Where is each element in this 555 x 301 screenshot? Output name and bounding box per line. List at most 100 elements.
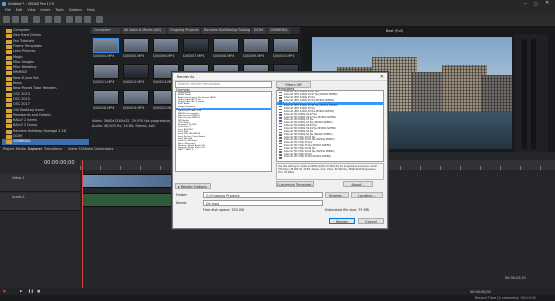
ruler-tick — [400, 166, 401, 170]
paste-icon[interactable] — [84, 16, 91, 23]
audio-track-header[interactable]: Audio 1 — [0, 193, 80, 211]
about-button[interactable]: About... — [343, 181, 373, 187]
tab-video-fx[interactable]: Video FX — [68, 147, 83, 151]
menu-options[interactable]: Options — [69, 8, 82, 12]
status-text: Record Time (2 channels): 39:11:00 — [475, 296, 536, 300]
undo-icon[interactable] — [45, 16, 52, 23]
preview-quality-label[interactable]: Best (Full) — [386, 29, 403, 33]
pause-icon[interactable]: ❚❚ — [28, 289, 34, 293]
tree-item-label: Nova — [13, 81, 22, 85]
snap-icon[interactable] — [96, 16, 103, 23]
menu-insert[interactable]: Insert — [41, 8, 51, 12]
thumbnail-label: DJI0005.MP4 — [123, 54, 145, 58]
location-button[interactable]: Location... — [351, 192, 383, 198]
ruler-tick — [540, 166, 541, 170]
tree-item-label: MMIMCE — [13, 70, 28, 75]
tree-item-label: Random Boltdrop Footage 2.2D — [13, 128, 67, 133]
media-thumbnail[interactable] — [273, 38, 299, 53]
title-bar: Untitled * - VEGAS Pro 17.0 ─ □ ✕ — [0, 0, 555, 7]
maximize-icon[interactable]: □ — [534, 1, 538, 6]
render-as-dialog: Render As ✕ Search render templates Filt… — [172, 72, 388, 229]
media-thumbnail[interactable] — [123, 90, 149, 105]
record-icon[interactable]: ● — [3, 289, 6, 293]
name-label: Name: — [176, 201, 188, 205]
free-space-text: Free disk space: 320 GB — [203, 208, 244, 212]
format-item[interactable]: XAVC / XAVC S — [176, 149, 271, 151]
menu-tools[interactable]: Tools — [55, 8, 63, 12]
tree-item-label: Computer — [13, 28, 30, 32]
tab-media-generators[interactable]: Media Generators — [83, 147, 113, 151]
tab-transitions[interactable]: Transitions — [44, 147, 62, 151]
breadcrumb-drive[interactable]: 4K Data & Media 4(D) — [122, 28, 166, 34]
templates-list[interactable]: Internet UHD 2160p 29.97 fps Internet UHD… — [276, 90, 384, 162]
tree-item-label: Passwords and Details — [13, 112, 51, 117]
breadcrumb-ongoing-projects[interactable]: Ongoing Projects — [168, 28, 200, 34]
play-icon[interactable]: ▶ — [20, 289, 23, 293]
menu-view[interactable]: View — [27, 8, 35, 12]
media-thumbnail[interactable] — [93, 90, 119, 105]
audio-track-label: Audio 1 — [12, 195, 25, 199]
tree-item-label: Misc Images — [13, 59, 34, 64]
stop-icon[interactable]: ■ — [37, 289, 40, 293]
breadcrumb-dcim[interactable]: DCIM — [252, 28, 266, 34]
timeline-timecode: 00:00:00;00 — [44, 160, 75, 166]
template-item[interactable]: Internet HD 720p 50 fps (NVIDIA NVENC) — [277, 156, 383, 159]
media-thumbnail[interactable] — [213, 38, 239, 53]
open-icon[interactable] — [12, 16, 19, 23]
video-track-header[interactable]: Video 1 — [0, 174, 80, 192]
media-thumbnail[interactable] — [93, 38, 119, 53]
copy-icon[interactable] — [75, 16, 82, 23]
customize-template-button[interactable]: Customize Template... — [276, 181, 314, 187]
ruler-tick — [120, 166, 121, 170]
folder-value: G:\Ongoing Projects — [206, 194, 240, 198]
audio-clip[interactable] — [82, 193, 172, 207]
app-icon — [2, 1, 6, 6]
breadcrumb-computer[interactable]: Computer — [92, 28, 120, 34]
media-thumbnail[interactable] — [123, 38, 149, 53]
minimize-icon[interactable]: ─ — [524, 1, 526, 6]
cancel-button[interactable]: Cancel — [358, 218, 384, 224]
tree-item-label: New 8 June Ppt — [13, 75, 39, 80]
tree-item-label: Lens Pictures — [13, 49, 36, 54]
breadcrumb-108media[interactable]: 108MEDIA — [268, 28, 290, 34]
media-thumbnail[interactable] — [183, 38, 209, 53]
tree-item-label: OSC 2017 — [13, 102, 30, 107]
menu-file[interactable]: File — [5, 8, 11, 12]
tab-project-media[interactable]: Project Media — [3, 147, 26, 151]
media-thumbnail[interactable] — [243, 38, 269, 53]
status-bar: Record Time (2 channels): 39:11:00 — [0, 295, 555, 301]
building — [442, 65, 487, 112]
breadcrumb-footage-folder[interactable]: Random BoltMorlyp Footage 2 2D — [202, 28, 250, 34]
new-project-icon[interactable] — [3, 16, 10, 23]
tree-item-label: OSC 2013 — [13, 91, 30, 96]
render-button[interactable]: Render — [329, 218, 355, 224]
tree-item-label: RALLY 2 Dump — [13, 123, 38, 128]
close-icon[interactable]: ✕ — [545, 0, 549, 6]
menu-help[interactable]: Help — [87, 8, 95, 12]
dialog-title-bar: Render As ✕ — [173, 73, 387, 81]
save-icon[interactable] — [21, 16, 28, 23]
tree-item-label: Fan Tutorials — [13, 38, 35, 43]
browse-button[interactable]: Browse... — [325, 192, 349, 198]
playhead[interactable] — [82, 160, 83, 288]
name-value: Dji.mp4 — [206, 202, 220, 206]
render-options-button[interactable]: ▸ Render Options — [175, 183, 211, 189]
formats-list[interactable]: Dolby Audio ATRAC Audio Audio Interchange … — [175, 91, 272, 172]
name-input[interactable]: Dji.mp4 — [203, 200, 323, 206]
folder-input[interactable]: G:\Ongoing Projects — [203, 192, 323, 198]
media-thumbnail[interactable] — [153, 38, 179, 53]
thumbnail-label: DJI0004.MP4 — [93, 54, 115, 58]
cut-icon[interactable] — [66, 16, 73, 23]
dialog-close-icon[interactable]: ✕ — [380, 74, 384, 80]
redo-icon[interactable] — [54, 16, 61, 23]
video-track-label: Video 1 — [12, 176, 25, 180]
dialog-title: Render As — [177, 75, 195, 79]
video-clip[interactable] — [82, 174, 172, 188]
media-thumbnail[interactable] — [93, 64, 119, 79]
render-icon[interactable] — [33, 16, 40, 23]
menu-edit[interactable]: Edit — [16, 8, 23, 12]
ruler-tick — [520, 166, 521, 170]
tab-explorer[interactable]: Explorer — [28, 147, 42, 151]
thumbnail-label: DJI0010.MP4 — [273, 54, 295, 58]
media-thumbnail[interactable] — [123, 64, 149, 79]
